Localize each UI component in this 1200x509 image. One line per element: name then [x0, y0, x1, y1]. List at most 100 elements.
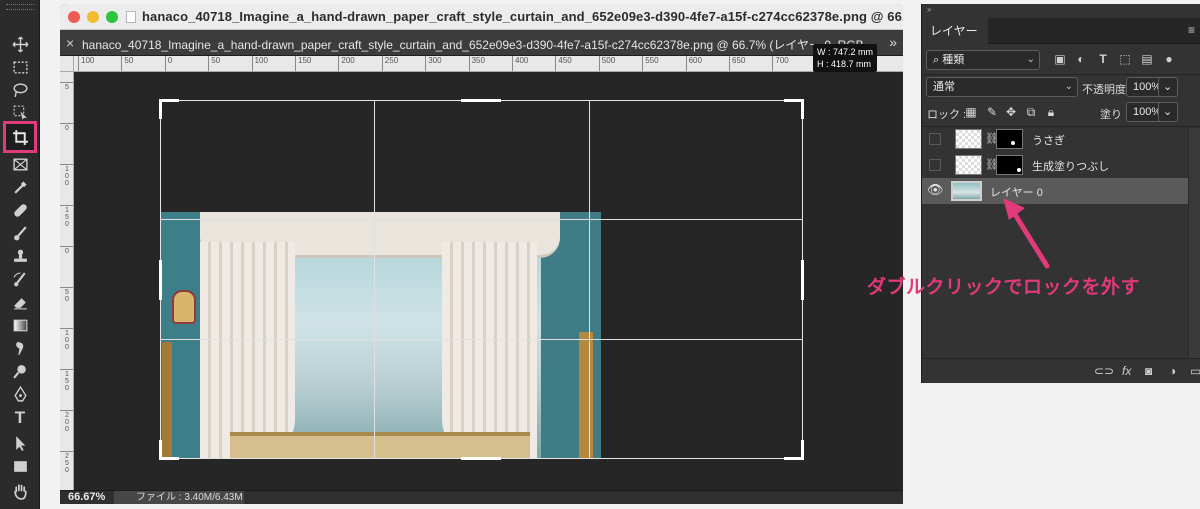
dodge-tool-icon[interactable] [7, 360, 33, 382]
history-brush-tool-icon[interactable] [7, 268, 33, 290]
opacity-value: 100% [1133, 81, 1162, 93]
ruler-origin[interactable] [60, 56, 74, 72]
panel-collapse-icon[interactable]: » [927, 5, 931, 14]
smudge-tool-icon[interactable] [7, 337, 33, 359]
ruler-tick-label: 100 [251, 56, 268, 71]
crop-grid-line [589, 101, 590, 458]
ruler-tick-label: 250 [381, 56, 398, 71]
brush-tool-icon[interactable] [7, 222, 33, 244]
marquee-tool-icon[interactable] [7, 56, 33, 78]
minimize-window-button[interactable] [87, 11, 99, 23]
add-mask-icon[interactable]: ◙ [1145, 364, 1152, 378]
gradient-tool-icon[interactable] [7, 314, 33, 336]
visibility-toggle[interactable] [929, 159, 941, 171]
crop-handle-left[interactable] [159, 260, 162, 300]
ruler-tick-label: 2 5 0 [60, 451, 73, 474]
chevron-down-icon: ⌄ [1064, 81, 1073, 92]
rectangle-tool-icon[interactable] [7, 455, 33, 477]
crop-handle-top-right[interactable] [801, 99, 804, 119]
crop-handle-bottom-left[interactable] [159, 440, 162, 460]
layer-row[interactable]: ⛓︎ 生成塗りつぶし [922, 152, 1200, 178]
file-size-info[interactable]: ファイル : 3.40M/6.43M [114, 491, 244, 504]
blend-mode-select[interactable]: 通常 ⌄ [926, 77, 1078, 97]
ruler-tick-label: 200 [338, 56, 355, 71]
filter-pixel-icon[interactable]: ▣ [1053, 52, 1067, 66]
crop-handle-top-left[interactable] [159, 99, 179, 102]
visibility-toggle[interactable] [929, 133, 941, 145]
lock-image-pixels-icon[interactable]: ✎ [985, 105, 999, 119]
fx-icon[interactable]: fx [1122, 364, 1131, 378]
lock-all-icon[interactable]: 🔒︎ [1044, 105, 1058, 119]
crop-tool-icon[interactable] [3, 121, 37, 153]
lasso-tool-icon[interactable] [7, 79, 33, 101]
close-window-button[interactable] [68, 11, 80, 23]
chevron-down-icon: ⌄ [1163, 81, 1173, 93]
layer-thumbnail [955, 129, 982, 149]
eyedropper-tool-icon[interactable] [7, 176, 33, 198]
crop-handle-right[interactable] [801, 260, 804, 300]
document-title-bar[interactable]: hanaco_40718_Imagine_a_hand-drawn_paper_… [60, 4, 903, 30]
toolbar-grip[interactable] [6, 4, 34, 10]
filter-toggle-icon[interactable]: ● [1162, 52, 1176, 66]
ruler-tick-label: 350 [468, 56, 485, 71]
move-tool-icon[interactable] [7, 33, 33, 55]
hand-tool-icon[interactable] [7, 480, 33, 502]
object-selection-tool-icon[interactable] [7, 101, 33, 123]
layer-name[interactable]: 生成塗りつぶし [1032, 158, 1109, 174]
lock-artboard-icon[interactable]: ⧉ [1024, 105, 1038, 119]
new-group-icon[interactable]: ▭ [1190, 364, 1200, 378]
document-tab-title[interactable]: hanaco_40718_Imagine_a_hand-drawn_paper_… [82, 36, 874, 53]
fill-value: 100% [1133, 106, 1162, 118]
crop-frame[interactable] [160, 100, 803, 459]
panel-scrollbar[interactable] [1188, 128, 1200, 358]
clone-stamp-tool-icon[interactable] [7, 245, 33, 267]
frame-tool-icon[interactable] [7, 153, 33, 175]
layer-filter-select[interactable]: ⌕ 種類 ⌄ [926, 50, 1040, 70]
type-tool-icon[interactable]: T [7, 407, 33, 429]
ruler-tick-label: 700 [772, 56, 789, 71]
crop-handle-bottom[interactable] [461, 457, 501, 460]
more-tabs-icon[interactable]: » [889, 34, 897, 50]
crop-handle-bottom-right[interactable] [801, 440, 804, 460]
crop-width-readout: W : 747.2 mm [817, 47, 874, 57]
vertical-ruler[interactable]: 501 0 01 5 005 01 0 01 5 02 0 02 5 03 0 [60, 72, 74, 490]
eye-icon[interactable]: 👁︎ [927, 182, 944, 198]
document-file-icon [126, 11, 136, 23]
filter-smart-object-icon[interactable]: ▤ [1140, 52, 1154, 66]
crop-handle-bottom-left[interactable] [159, 457, 179, 460]
filter-search-icon: ⌕ [933, 54, 943, 66]
panel-menu-icon[interactable]: ≡ [1188, 23, 1195, 37]
crop-handle-top-left[interactable] [159, 99, 162, 119]
filter-type-icon[interactable]: T [1096, 52, 1110, 66]
pen-tool-icon[interactable] [7, 383, 33, 405]
layer-mask-thumbnail[interactable] [996, 155, 1023, 175]
ruler-tick-label: 0 [60, 123, 73, 132]
lock-position-icon[interactable]: ✥ [1004, 105, 1018, 119]
filter-shape-icon[interactable]: ⬚ [1118, 52, 1132, 66]
fill-dropdown[interactable]: ⌄ [1158, 102, 1178, 122]
annotation-text: ダブルクリックでロックを外す [867, 276, 1141, 298]
close-tab-icon[interactable]: × [66, 35, 74, 51]
layer-row-selected[interactable]: 👁︎ レイヤー 0 [922, 178, 1200, 204]
adjustment-layer-icon[interactable]: ◑ [1169, 364, 1176, 378]
crop-handle-top[interactable] [461, 99, 501, 102]
zoom-level[interactable]: 66.67% [68, 491, 105, 503]
link-layers-icon[interactable]: ⊂⊃ [1094, 364, 1114, 378]
layer-row[interactable]: ⛓︎ うさぎ [922, 126, 1200, 152]
healing-brush-tool-icon[interactable] [7, 199, 33, 221]
layer-thumbnail [955, 155, 982, 175]
horizontal-ruler[interactable]: 100 50 0 50 100 150 200 250 300 350 400 450 500 550 60… [74, 56, 903, 72]
filter-adjustment-icon[interactable]: ◐ [1074, 52, 1088, 66]
layer-name[interactable]: うさぎ [1032, 132, 1065, 148]
zoom-window-button[interactable] [106, 11, 118, 23]
tab-layers[interactable]: レイヤー [922, 18, 988, 44]
crop-height-readout: H : 418.7 mm [817, 59, 872, 69]
layer-mask-thumbnail[interactable] [996, 129, 1023, 149]
path-selection-tool-icon[interactable] [7, 432, 33, 454]
opacity-dropdown[interactable]: ⌄ [1158, 77, 1178, 97]
lock-transparent-pixels-icon[interactable]: ▦ [964, 105, 978, 119]
eraser-tool-icon[interactable] [7, 291, 33, 313]
lock-label: ロック : [927, 109, 967, 121]
ruler-tick-label: 1 5 0 [60, 205, 73, 228]
crop-size-tooltip: W : 747.2 mm H : 418.7 mm [813, 44, 877, 72]
